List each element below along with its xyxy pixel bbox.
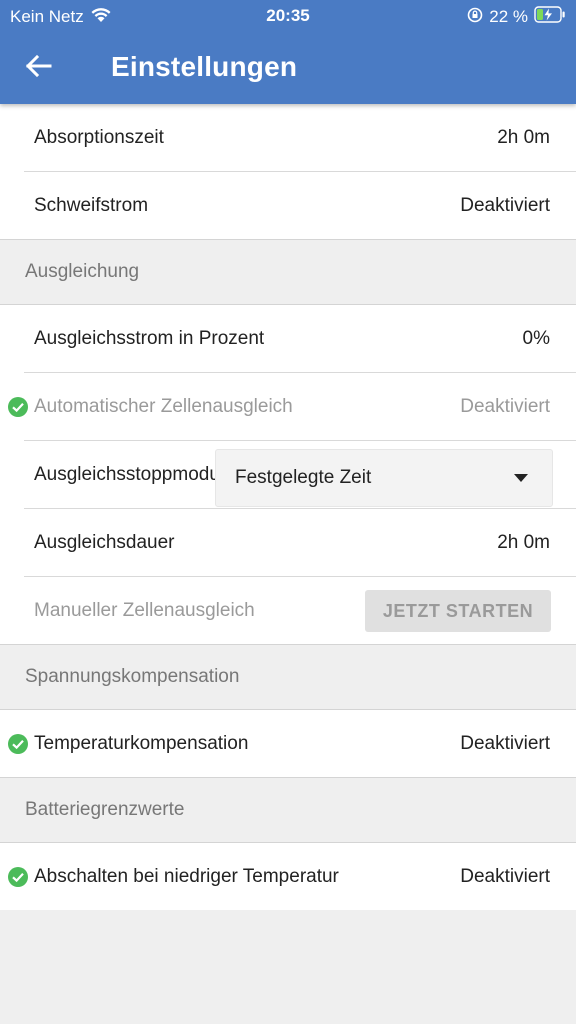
setting-row-tail-current[interactable]: Schweifstrom Deaktiviert <box>24 172 576 239</box>
setting-label: Ausgleichsstoppmodus <box>34 463 216 485</box>
toolbar: Einstellungen <box>0 34 576 104</box>
setting-row-balance-duration[interactable]: Ausgleichsdauer 2h 0m <box>24 509 576 577</box>
setting-label: Ausgleichsstrom in Prozent <box>34 327 265 349</box>
setting-row-manual-cell-balancing: Manueller Zellenausgleich JETZT STARTEN <box>24 577 576 644</box>
caret-down-icon <box>514 474 528 482</box>
setting-value: 2h 0m <box>497 531 550 553</box>
setting-value: Deaktiviert <box>460 732 550 754</box>
dropdown-value: Festgelegte Zeit <box>235 467 372 488</box>
back-button[interactable] <box>18 48 58 88</box>
rotation-lock-icon <box>467 7 483 28</box>
setting-row-balance-current[interactable]: Ausgleichsstrom in Prozent 0% <box>24 305 576 373</box>
battery-percent: 22 % <box>489 7 528 26</box>
page-title: Einstellungen <box>111 51 298 82</box>
check-circle-icon <box>8 867 28 887</box>
setting-label: Manueller Zellenausgleich <box>34 599 255 621</box>
section-header-voltage-compensation: Spannungskompensation <box>0 644 576 710</box>
arrow-left-icon <box>24 54 52 83</box>
setting-row-temperature-compensation[interactable]: Temperaturkompensation Deaktiviert <box>8 710 576 777</box>
app-bar: Kein Netz 20:35 22 % Einstellungen <box>0 0 576 104</box>
setting-value: Deaktiviert <box>460 395 550 417</box>
section-header-balancing: Ausgleichung <box>0 239 576 305</box>
status-right: 22 % <box>467 6 566 28</box>
setting-row-balance-stop-mode: Ausgleichsstoppmodus Festgelegte Zeit <box>24 441 576 509</box>
check-circle-icon <box>8 734 28 754</box>
setting-label: Ausgleichsdauer <box>34 531 175 553</box>
setting-label: Schweifstrom <box>34 194 149 216</box>
stop-mode-dropdown[interactable]: Festgelegte Zeit <box>215 449 553 507</box>
setting-label: Absorptionszeit <box>34 126 164 148</box>
section-header-battery-limits: Batteriegrenzwerte <box>0 777 576 843</box>
setting-label: Temperaturkompensation <box>34 732 249 754</box>
battery-charging-icon <box>534 6 566 28</box>
settings-list: Absorptionszeit 2h 0m Schweifstrom Deakt… <box>0 104 576 910</box>
status-bar: Kein Netz 20:35 22 % <box>0 0 576 34</box>
charging-card: Absorptionszeit 2h 0m Schweifstrom Deakt… <box>0 104 576 239</box>
setting-row-low-temp-cutoff[interactable]: Abschalten bei niedriger Temperatur Deak… <box>8 843 576 910</box>
setting-row-absorption-time[interactable]: Absorptionszeit 2h 0m <box>24 104 576 172</box>
start-now-button[interactable]: JETZT STARTEN <box>365 590 551 632</box>
setting-value: 2h 0m <box>497 126 550 148</box>
limits-card: Abschalten bei niedriger Temperatur Deak… <box>0 843 576 910</box>
setting-row-auto-cell-balancing[interactable]: Automatischer Zellenausgleich Deaktivier… <box>8 373 576 441</box>
setting-label: Abschalten bei niedriger Temperatur <box>34 865 339 887</box>
voltage-card: Temperaturkompensation Deaktiviert <box>0 710 576 777</box>
check-circle-icon <box>8 397 28 417</box>
setting-value: Deaktiviert <box>460 865 550 887</box>
setting-value: Deaktiviert <box>460 194 550 216</box>
setting-label: Automatischer Zellenausgleich <box>34 395 293 417</box>
balancing-card: Ausgleichsstrom in Prozent 0% Automatisc… <box>0 305 576 644</box>
setting-value: 0% <box>522 327 550 349</box>
